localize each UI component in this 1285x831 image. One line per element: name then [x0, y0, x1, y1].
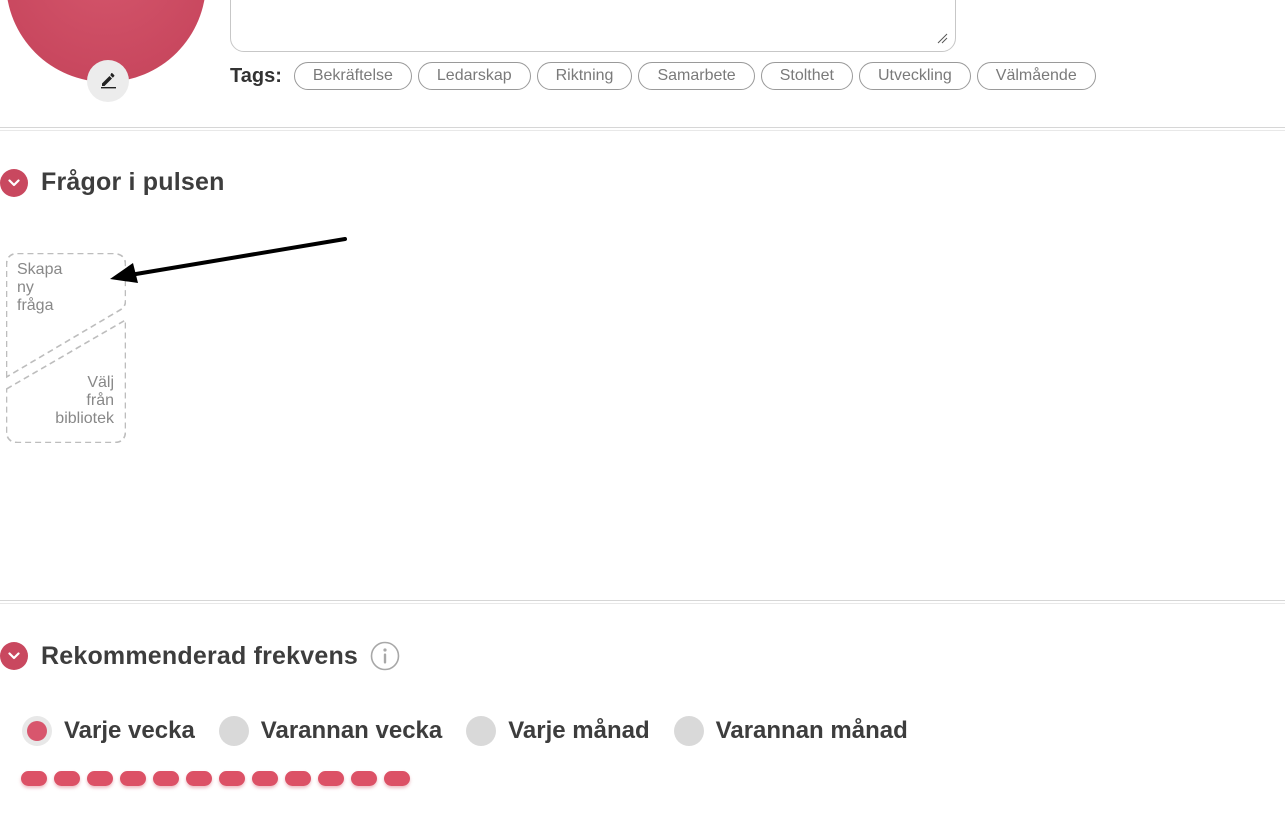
radio-varje-vecka[interactable]: Varje vecka: [22, 716, 195, 746]
schedule-marker: [252, 771, 278, 786]
schedule-marker: [384, 771, 410, 786]
schedule-marker: [285, 771, 311, 786]
library-line: bibliotek: [55, 410, 114, 427]
tag-utveckling[interactable]: Utveckling: [858, 62, 971, 90]
create-line: fråga: [17, 297, 54, 314]
radio-label: Varannan vecka: [260, 717, 443, 744]
radio-varannan-manad[interactable]: Varannan månad: [673, 716, 908, 746]
radio-label: Varje månad: [508, 717, 650, 744]
schedule-marker: [21, 771, 47, 786]
choose-from-library-button[interactable]: Välj från bibliotek: [14, 374, 114, 428]
schedule-marker: [54, 771, 80, 786]
tag-riktning[interactable]: Riktning: [536, 62, 633, 90]
radio-varje-manad[interactable]: Varje månad: [466, 716, 650, 746]
annotation-arrow: [110, 237, 347, 283]
schedule-marker: [186, 771, 212, 786]
section-divider: [0, 127, 1285, 131]
section-divider: [0, 600, 1285, 604]
schedule-marker: [153, 771, 179, 786]
radio-selected-icon: [22, 716, 52, 746]
frequency-radio-group: Varje vecka Varannan vecka Varje månad V…: [22, 716, 932, 746]
tag-valmaende[interactable]: Välmående: [976, 62, 1096, 90]
edit-avatar-button[interactable]: [87, 60, 129, 102]
schedule-marker: [351, 771, 377, 786]
pencil-icon: [98, 69, 118, 94]
section-title: Rekommenderad frekvens: [41, 641, 359, 670]
library-line: från: [86, 392, 114, 409]
create-line: Skapa: [17, 261, 63, 278]
resize-grip-icon[interactable]: [936, 32, 948, 44]
questions-section-header: Frågor i pulsen: [0, 168, 225, 197]
radio-label: Varannan månad: [715, 717, 908, 744]
frequency-section-header: Rekommenderad frekvens: [0, 641, 400, 671]
tag-ledarskap[interactable]: Ledarskap: [417, 62, 531, 90]
tag-stolthet[interactable]: Stolthet: [760, 62, 853, 90]
info-icon[interactable]: [370, 641, 400, 671]
tag-bekraftelse[interactable]: Bekräftelse: [293, 62, 412, 90]
chevron-down-icon[interactable]: [0, 168, 28, 197]
radio-unselected-icon: [673, 716, 704, 746]
tag-samarbete[interactable]: Samarbete: [638, 62, 755, 90]
tags-label: Tags:: [230, 64, 282, 87]
chevron-down-icon[interactable]: [0, 642, 28, 670]
schedule-marker: [120, 771, 146, 786]
schedule-marker: [219, 771, 245, 786]
schedule-marker: [87, 771, 113, 786]
radio-unselected-icon: [218, 716, 249, 746]
radio-label: Varje vecka: [64, 717, 195, 744]
create-line: ny: [17, 279, 34, 296]
radio-varannan-vecka[interactable]: Varannan vecka: [218, 716, 443, 746]
schedule-markers: [21, 771, 410, 786]
tags-row: Tags: Bekräftelse Ledarskap Riktning Sam…: [230, 60, 1096, 92]
library-line: Välj: [87, 374, 114, 391]
radio-unselected-icon: [466, 716, 497, 746]
create-new-question-button[interactable]: Skapa ny fråga: [17, 261, 97, 315]
schedule-marker: [318, 771, 344, 786]
section-title: Frågor i pulsen: [41, 168, 225, 196]
description-textarea[interactable]: [230, 0, 956, 52]
